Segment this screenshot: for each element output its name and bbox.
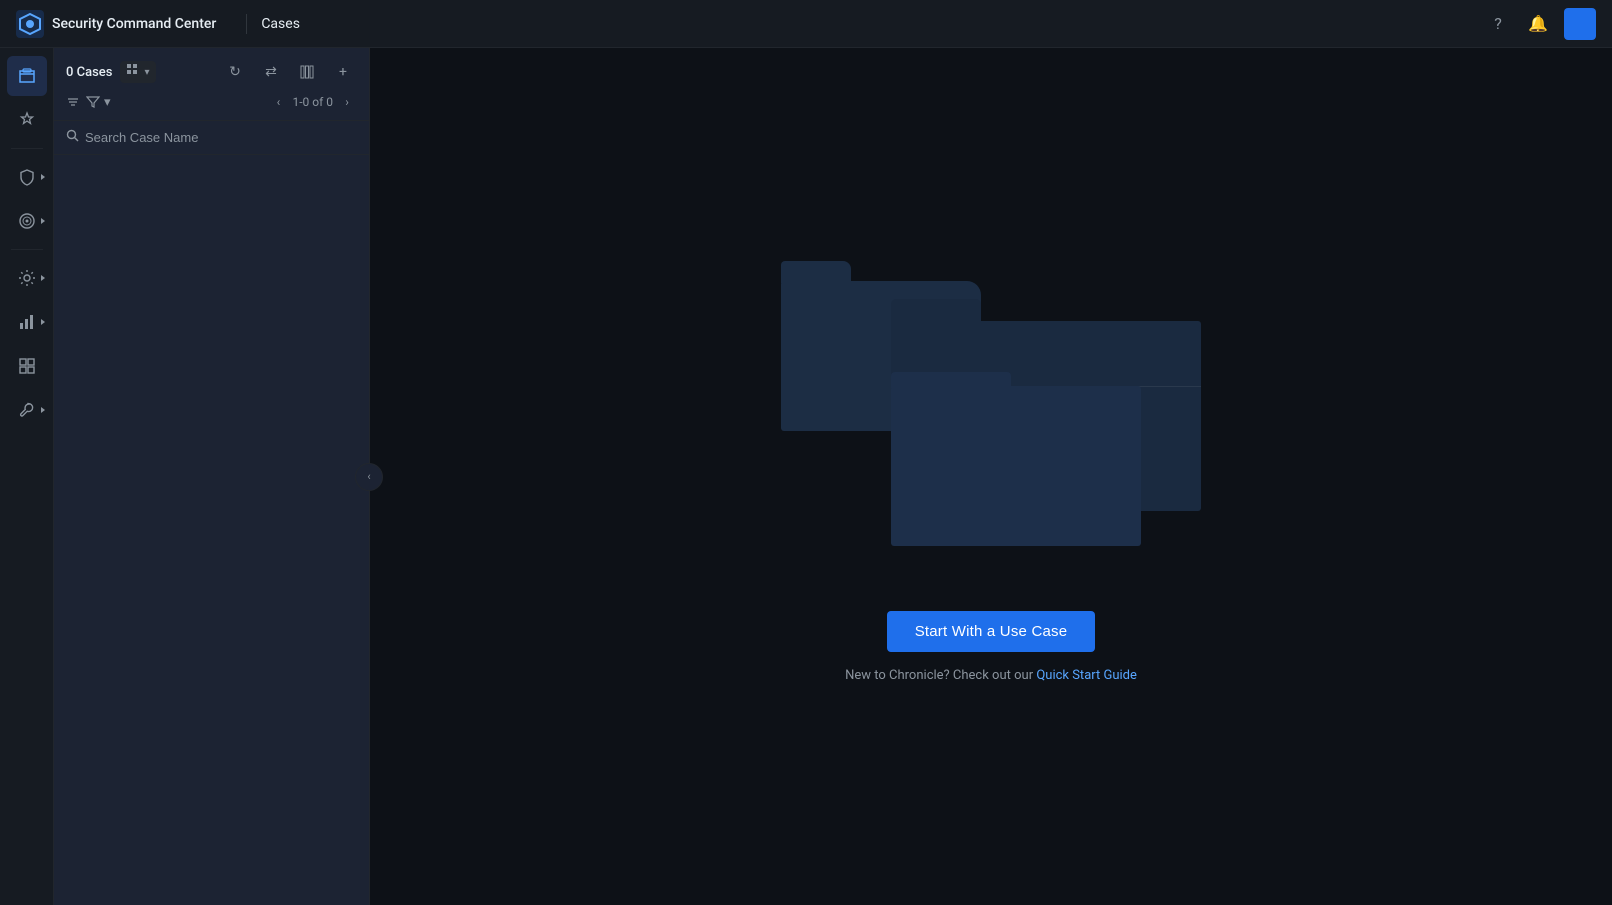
toolbar-row2: ▾ ‹ 1-0 of 0 › bbox=[66, 92, 357, 112]
sync-button[interactable]: ⇄ bbox=[257, 58, 285, 86]
columns-button[interactable] bbox=[293, 58, 321, 86]
shield-icon bbox=[18, 168, 36, 186]
filter-icon bbox=[86, 95, 100, 109]
start-use-case-button[interactable]: Start With a Use Case bbox=[887, 611, 1096, 652]
folder-front bbox=[891, 386, 1141, 546]
collapse-panel-button[interactable]: ‹ bbox=[355, 463, 383, 491]
sidebar-divider-1 bbox=[11, 148, 43, 149]
filter-button[interactable]: ▾ bbox=[86, 95, 111, 110]
cases-toolbar: 0 Cases ▾ ↻ ⇄ bbox=[54, 48, 369, 121]
app-title: Security Command Center bbox=[52, 16, 216, 32]
user-avatar[interactable] bbox=[1564, 8, 1596, 40]
logo-icon bbox=[16, 10, 44, 38]
sidebar-item-radar[interactable] bbox=[7, 201, 47, 241]
analytics-icon bbox=[18, 313, 36, 331]
sidebar-item-tools[interactable] bbox=[7, 390, 47, 430]
nav-actions: ? 🔔 bbox=[1484, 8, 1596, 40]
alerts-icon bbox=[18, 111, 36, 129]
nav-divider bbox=[246, 14, 247, 34]
add-case-button[interactable]: + bbox=[329, 58, 357, 86]
sub-text: New to Chronicle? Check out our Quick St… bbox=[845, 668, 1137, 683]
dashboard-icon bbox=[18, 357, 36, 375]
sidebar-item-alerts[interactable] bbox=[7, 100, 47, 140]
settings-icon bbox=[18, 269, 36, 287]
action-section: Start With a Use Case New to Chronicle? … bbox=[845, 611, 1137, 683]
help-button[interactable]: ? bbox=[1484, 10, 1512, 38]
view-select-icon bbox=[126, 63, 140, 81]
filter-chevron: ▾ bbox=[104, 95, 111, 110]
case-search-input[interactable] bbox=[85, 130, 357, 145]
next-page-button[interactable]: › bbox=[337, 92, 357, 112]
folder-middle-tab bbox=[891, 299, 981, 323]
top-nav: Security Command Center Cases ? 🔔 bbox=[0, 0, 1612, 48]
nav-section: Cases bbox=[261, 16, 300, 32]
search-icon bbox=[66, 129, 79, 146]
toolbar-row1: 0 Cases ▾ ↻ ⇄ bbox=[66, 58, 357, 86]
tools-icon bbox=[18, 401, 36, 419]
sidebar-divider-2 bbox=[11, 249, 43, 250]
search-row bbox=[54, 121, 369, 155]
sidebar-item-settings[interactable] bbox=[7, 258, 47, 298]
sidebar-item-shield[interactable] bbox=[7, 157, 47, 197]
columns-icon bbox=[300, 65, 314, 79]
pagination-label: 1-0 of 0 bbox=[292, 95, 333, 109]
view-chevron-icon: ▾ bbox=[144, 67, 149, 78]
sort-icon bbox=[66, 95, 80, 109]
cases-icon bbox=[18, 67, 36, 85]
cases-count: 0 Cases bbox=[66, 65, 112, 80]
radar-icon bbox=[18, 212, 36, 230]
search-wrap bbox=[66, 129, 357, 146]
sidebar-item-analytics[interactable] bbox=[7, 302, 47, 342]
sort-button[interactable] bbox=[66, 95, 80, 109]
sidebar-item-dashboard[interactable] bbox=[7, 346, 47, 386]
quick-start-guide-link[interactable]: Quick Start Guide bbox=[1036, 668, 1137, 683]
notifications-button[interactable]: 🔔 bbox=[1524, 10, 1552, 38]
body-layout: 0 Cases ▾ ↻ ⇄ bbox=[0, 48, 1612, 905]
app-logo: Security Command Center bbox=[16, 10, 216, 38]
prev-page-button[interactable]: ‹ bbox=[268, 92, 288, 112]
sidebar-item-cases[interactable] bbox=[7, 56, 47, 96]
cases-panel: 0 Cases ▾ ↻ ⇄ bbox=[54, 48, 370, 905]
folder-front-tab bbox=[891, 372, 1011, 388]
sidebar bbox=[0, 48, 54, 905]
empty-state-illustration bbox=[771, 271, 1211, 551]
pagination: ‹ 1-0 of 0 › bbox=[268, 92, 357, 112]
main-content: Start With a Use Case New to Chronicle? … bbox=[370, 48, 1612, 905]
refresh-button[interactable]: ↻ bbox=[221, 58, 249, 86]
folder-back-tab bbox=[781, 261, 851, 283]
view-select[interactable]: ▾ bbox=[120, 61, 155, 83]
